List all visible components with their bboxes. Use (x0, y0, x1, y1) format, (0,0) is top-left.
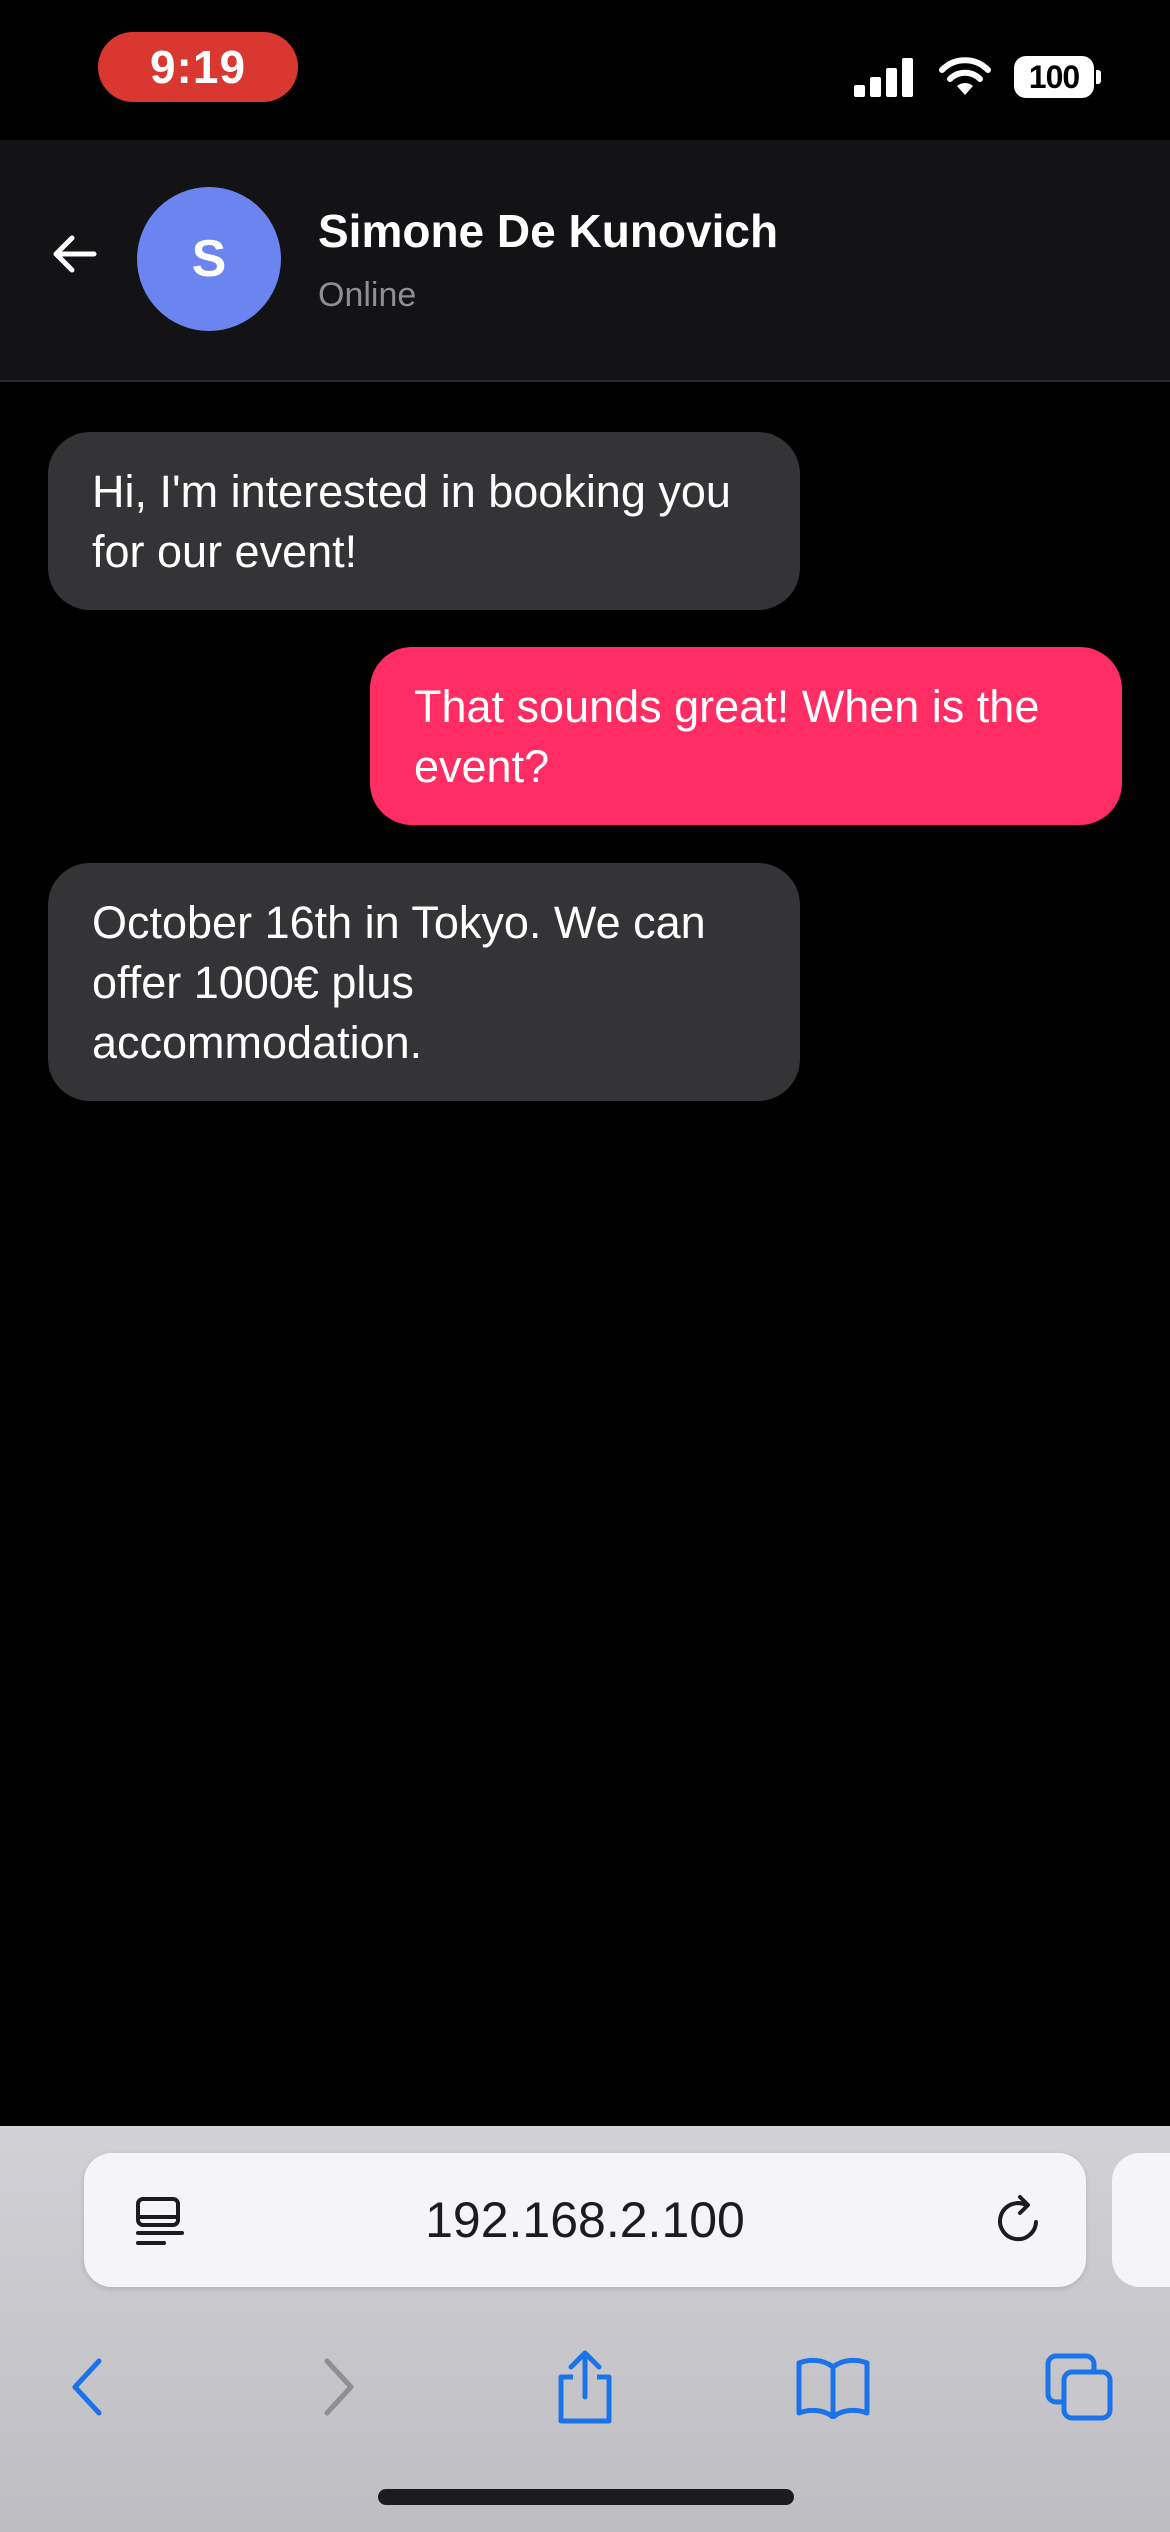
back-tool-button[interactable] (32, 2322, 142, 2452)
status-time: 9:19 (98, 32, 298, 102)
url-text: 192.168.2.100 (425, 2192, 745, 2248)
battery-icon: 100 (1014, 56, 1101, 98)
home-indicator[interactable] (378, 2489, 794, 2505)
share-tool-button[interactable] (530, 2322, 640, 2452)
forward-icon (324, 2358, 354, 2416)
browser-bar: 192.168.2.100 (0, 2126, 1170, 2532)
message-bubble-sent: That sounds great! When is the event? (370, 647, 1122, 825)
bookmarks-tool-button[interactable] (778, 2322, 888, 2452)
share-icon (558, 2350, 612, 2424)
address-bar[interactable]: 192.168.2.100 (84, 2153, 1086, 2287)
message-bubble-received: October 16th in Tokyo. We can offer 1000… (48, 863, 800, 1101)
contact-name: Simone De Kunovich (318, 205, 779, 257)
reload-icon[interactable] (990, 2191, 1048, 2249)
next-tab-preview[interactable] (1112, 2153, 1170, 2287)
arrow-left-icon (53, 235, 97, 273)
message-list: Hi, I'm interested in booking you for ou… (0, 384, 1170, 2126)
status-icons: 100 (854, 52, 1101, 102)
phone-screen: 9:19 100 S Simone De Kunovich Online Hi,… (0, 0, 1170, 2532)
contact-status: Online (318, 276, 417, 314)
back-button[interactable] (44, 224, 104, 284)
avatar[interactable]: S (137, 187, 281, 331)
chat-header: S Simone De Kunovich Online (0, 140, 1170, 382)
cellular-signal-icon (854, 58, 913, 97)
bookmarks-icon (796, 2357, 870, 2419)
back-icon (72, 2358, 102, 2416)
message-bubble-received: Hi, I'm interested in booking you for ou… (48, 432, 800, 610)
status-bar: 9:19 100 (0, 0, 1170, 140)
browser-toolbar (0, 2322, 1170, 2452)
wifi-icon (939, 57, 991, 95)
forward-tool-button[interactable] (284, 2322, 394, 2452)
tabs-icon (1045, 2353, 1113, 2421)
tabs-tool-button[interactable] (1024, 2322, 1134, 2452)
